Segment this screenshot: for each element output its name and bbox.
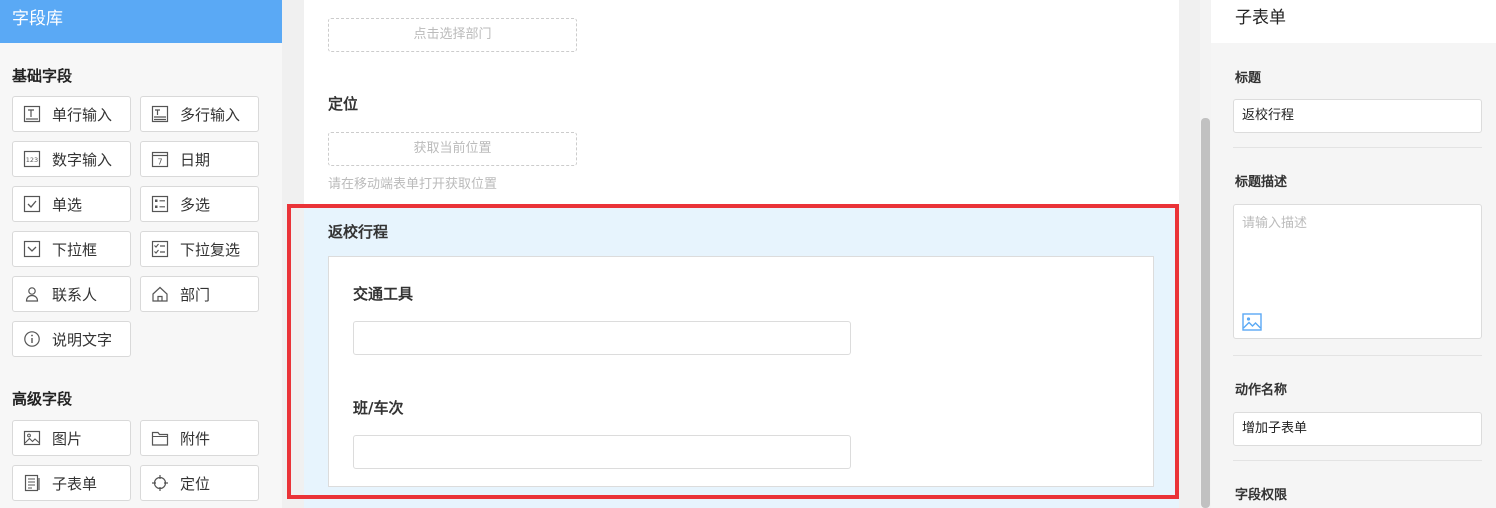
field-label: 数字输入 [52, 150, 113, 169]
action-name-prop-label: 动作名称 [1235, 383, 1288, 398]
field-label: 多选 [180, 195, 211, 214]
field-description-text[interactable]: 说明文字 [12, 321, 131, 357]
field-single-line-input[interactable]: 单行输入 [12, 96, 131, 132]
field-label: 图片 [52, 429, 83, 448]
single-line-input-icon [23, 105, 41, 123]
field-label: 部门 [180, 285, 211, 304]
field-contact[interactable]: 联系人 [12, 276, 131, 312]
field-label: 多行输入 [180, 105, 241, 124]
location-field-title: 定位 [328, 95, 359, 113]
divider [1233, 460, 1482, 461]
field-image[interactable]: 图片 [12, 420, 131, 456]
train-number-input[interactable] [353, 435, 851, 469]
insert-image-icon[interactable] [1242, 312, 1262, 336]
subform-card: 交通工具 班/车次 [328, 256, 1154, 487]
field-dropdown[interactable]: 下拉框 [12, 231, 131, 267]
title-input[interactable]: 返校行程 [1233, 99, 1482, 133]
subform-field-label-vehicle: 交通工具 [353, 285, 414, 303]
scrollbar-thumb[interactable] [1201, 118, 1210, 508]
info-icon [23, 330, 41, 348]
svg-text:123: 123 [26, 156, 38, 164]
subform-field-selected[interactable]: 返校行程 交通工具 班/车次 [304, 208, 1179, 508]
field-library-panel: 字段库 基础字段 单行输入 多行输入 123 数字输入 7 日期 单选 多选 下… [0, 0, 282, 508]
field-label: 下拉复选 [180, 240, 241, 259]
description-textarea[interactable]: 请输入描述 [1233, 204, 1482, 339]
field-label: 附件 [180, 429, 211, 448]
basic-fields-title: 基础字段 [12, 67, 73, 85]
field-department[interactable]: 部门 [140, 276, 259, 312]
form-body: 点击选择部门 定位 获取当前位置 请在移动端表单打开获取位置 返校行程 交通工具… [304, 0, 1179, 508]
description-prop-label: 标题描述 [1235, 175, 1288, 190]
location-hint: 请在移动端表单打开获取位置 [328, 177, 498, 192]
dropdown-multi-icon [151, 240, 169, 258]
divider [1233, 147, 1482, 148]
single-choice-icon [23, 195, 41, 213]
multi-choice-icon [151, 195, 169, 213]
field-label: 定位 [180, 474, 211, 493]
select-department-button[interactable]: 点击选择部门 [328, 18, 577, 52]
field-attachment[interactable]: 附件 [140, 420, 259, 456]
field-permission-prop-label: 字段权限 [1235, 488, 1288, 503]
field-single-choice[interactable]: 单选 [12, 186, 131, 222]
subform-field-label-train-number: 班/车次 [353, 399, 404, 417]
field-label: 单选 [52, 195, 83, 214]
date-icon: 7 [151, 150, 169, 168]
field-multi-choice[interactable]: 多选 [140, 186, 259, 222]
field-location[interactable]: 定位 [140, 465, 259, 501]
contact-icon [23, 285, 41, 303]
field-subform[interactable]: 子表单 [12, 465, 131, 501]
number-input-icon: 123 [23, 150, 41, 168]
vehicle-input[interactable] [353, 321, 851, 355]
form-canvas: 点击选择部门 定位 获取当前位置 请在移动端表单打开获取位置 返校行程 交通工具… [282, 0, 1200, 508]
field-dropdown-multi[interactable]: 下拉复选 [140, 231, 259, 267]
field-label: 说明文字 [52, 330, 113, 349]
svg-text:7: 7 [157, 158, 162, 167]
canvas-scrollbar[interactable] [1200, 0, 1211, 508]
advanced-fields-title: 高级字段 [12, 390, 73, 408]
location-icon [151, 474, 169, 492]
field-number-input[interactable]: 123 数字输入 [12, 141, 131, 177]
image-icon [23, 429, 41, 447]
field-label: 单行输入 [52, 105, 113, 124]
field-label: 下拉框 [52, 240, 98, 259]
divider [1233, 355, 1482, 356]
description-placeholder: 请输入描述 [1242, 216, 1308, 231]
field-multi-line-input[interactable]: 多行输入 [140, 96, 259, 132]
action-name-input[interactable]: 增加子表单 [1233, 412, 1482, 446]
properties-header: 子表单 [1211, 0, 1496, 43]
department-icon [151, 285, 169, 303]
properties-panel: 子表单 标题 返校行程 标题描述 请输入描述 动作名称 增加子表单 字段权限 [1211, 0, 1496, 508]
get-location-button[interactable]: 获取当前位置 [328, 132, 577, 166]
subform-icon [23, 474, 41, 492]
dropdown-icon [23, 240, 41, 258]
field-label: 子表单 [52, 474, 98, 493]
field-label: 联系人 [52, 285, 98, 304]
field-date[interactable]: 7 日期 [140, 141, 259, 177]
field-library-header: 字段库 [0, 0, 282, 43]
attachment-icon [151, 429, 169, 447]
subform-title: 返校行程 [328, 223, 389, 241]
field-label: 日期 [180, 150, 211, 169]
title-prop-label: 标题 [1235, 71, 1262, 86]
multi-line-input-icon [151, 105, 169, 123]
